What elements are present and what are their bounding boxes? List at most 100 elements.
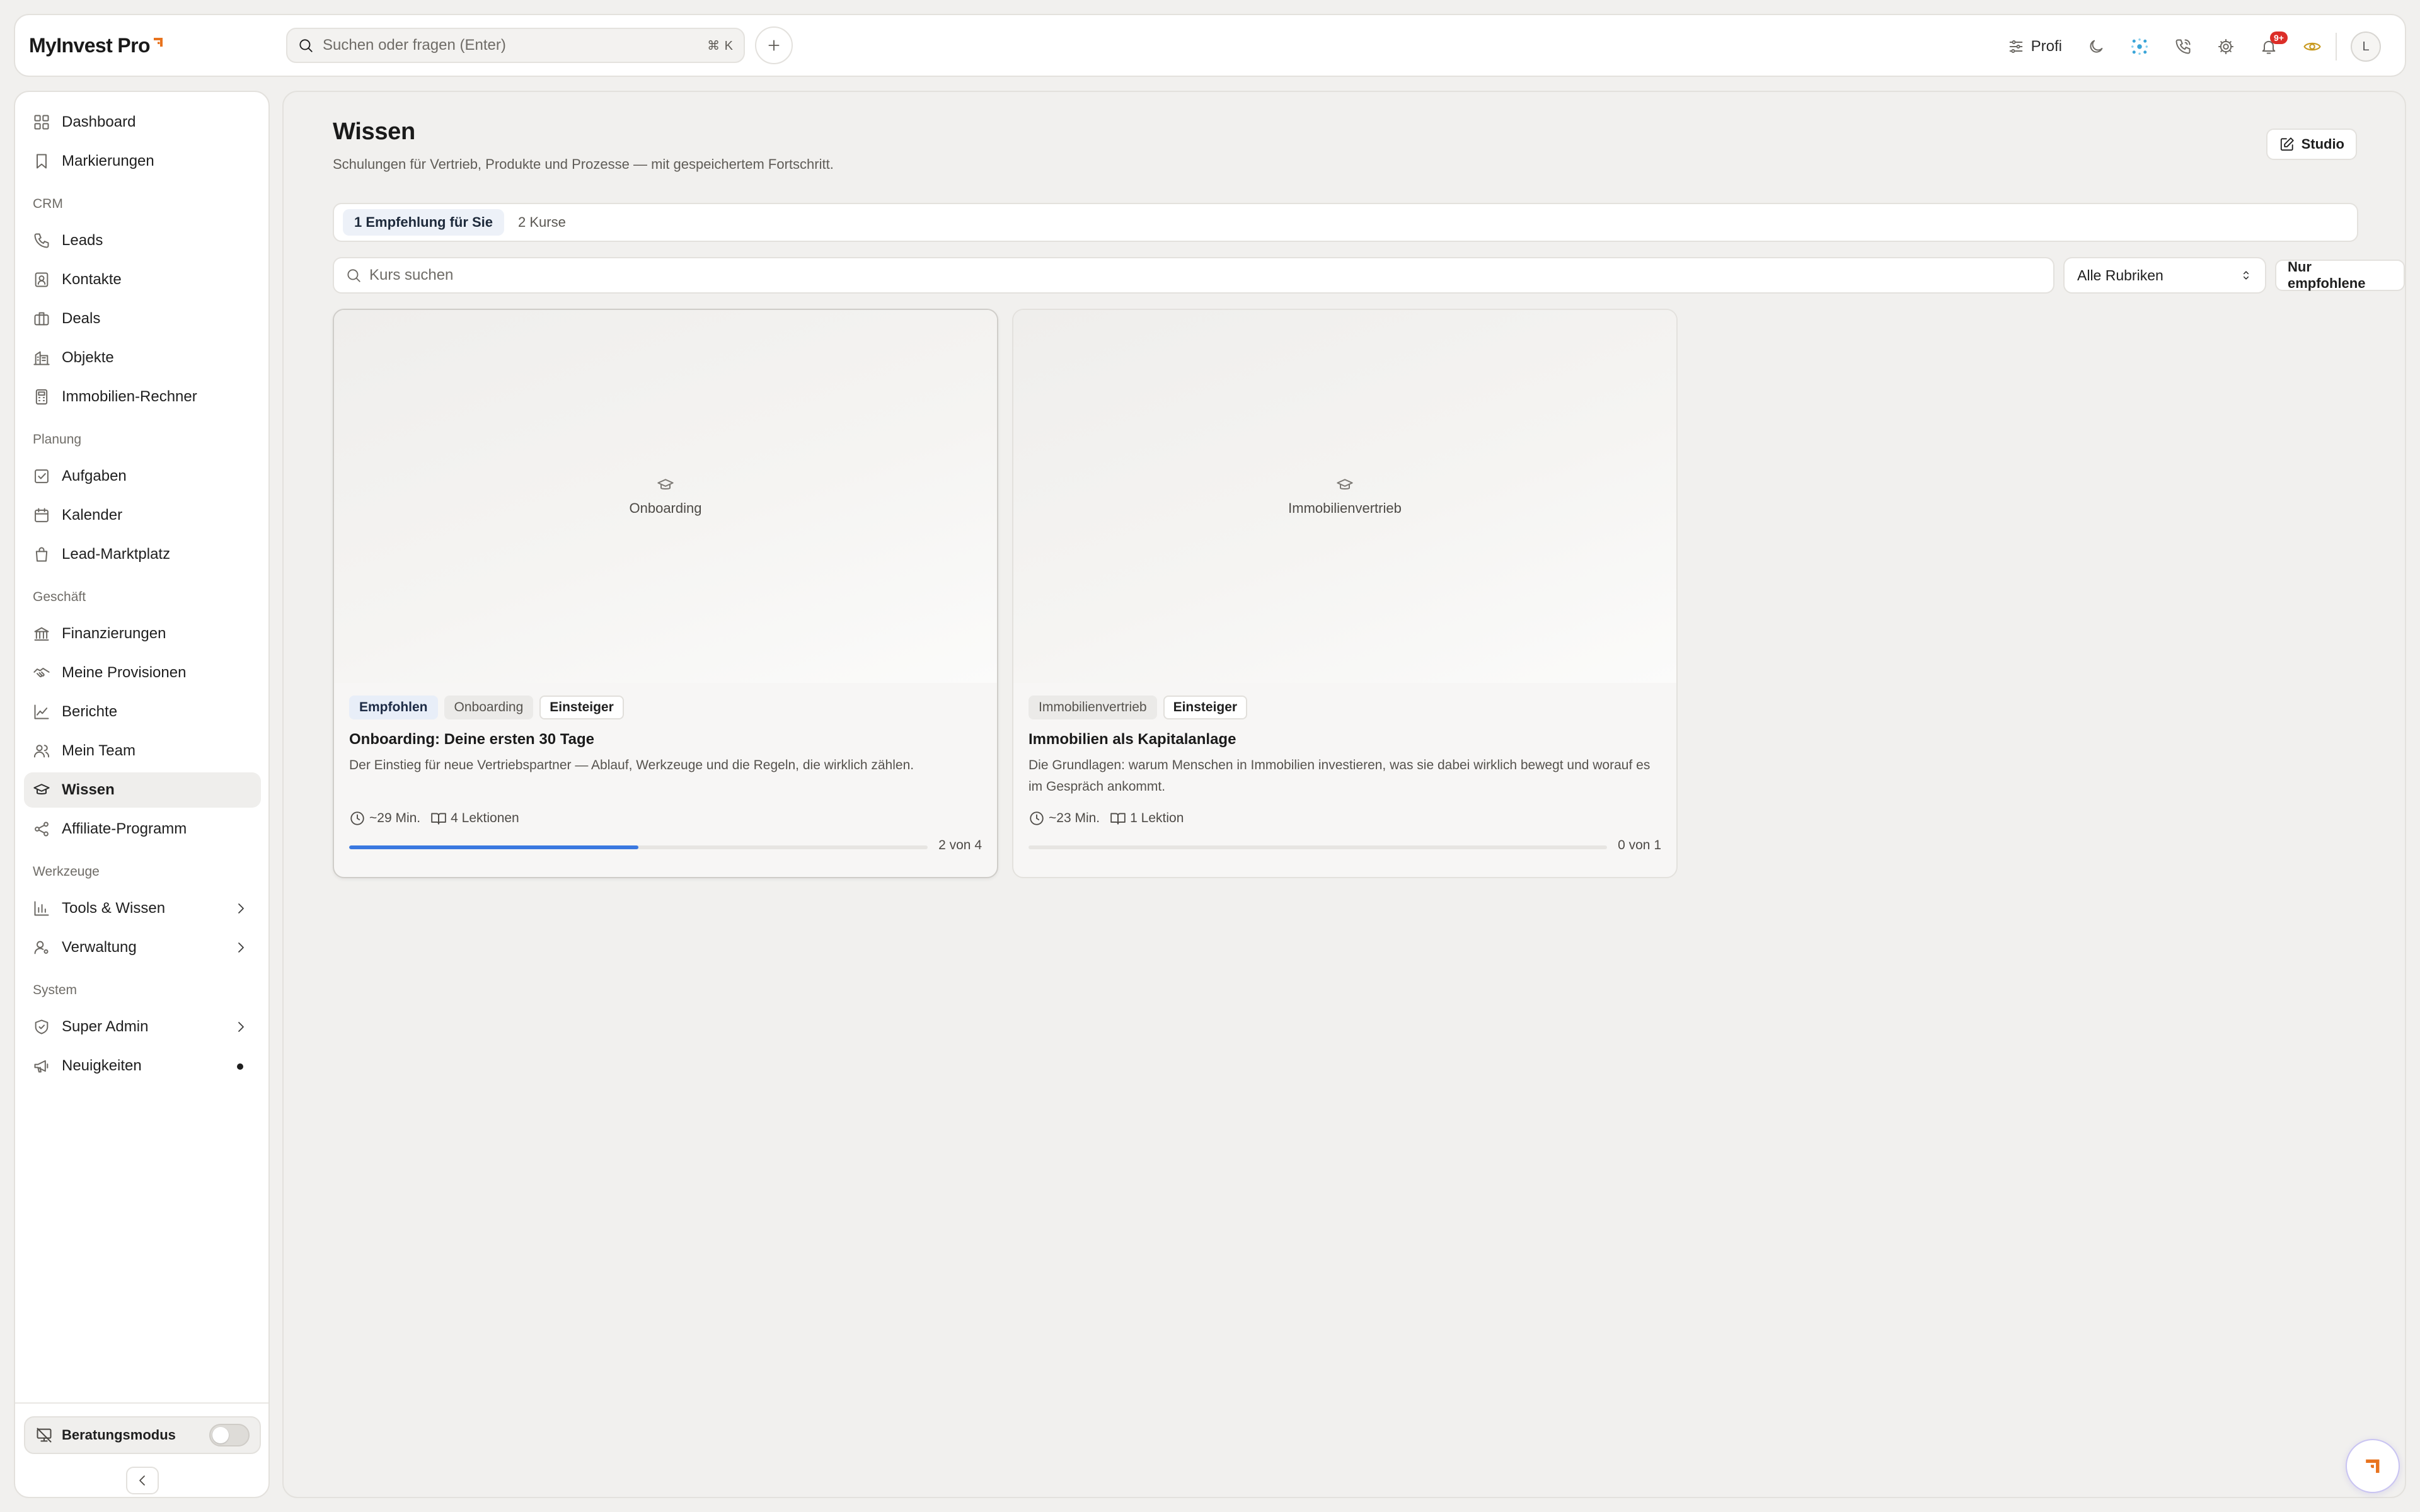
- only-recommended-button[interactable]: Nur empfohlene: [2275, 259, 2405, 291]
- sidebar-item-aufgaben[interactable]: Aufgaben: [24, 459, 261, 494]
- course-thumbnail-caption: Immobilienvertrieb: [1288, 500, 1402, 516]
- category-select[interactable]: Alle Rubriken: [2063, 257, 2266, 294]
- sidebar-item-leads[interactable]: Leads: [24, 223, 261, 258]
- sidebar-item-label: Immobilien-Rechner: [62, 388, 197, 405]
- advice-mode-toggle-row[interactable]: Beratungsmodus: [24, 1416, 261, 1454]
- course-meta: ~29 Min. 4 Lektionen: [349, 810, 529, 827]
- course-duration-text: ~23 Min.: [1049, 811, 1100, 825]
- sidebar-item-lead-marktplatz[interactable]: Lead-Marktplatz: [24, 537, 261, 572]
- tag-level: Einsteiger: [539, 696, 624, 719]
- phone-button[interactable]: [2174, 38, 2192, 55]
- tag-recommended: Empfohlen: [349, 696, 438, 719]
- course-duration: ~29 Min.: [349, 810, 420, 827]
- sidebar-item-objekte[interactable]: Objekte: [24, 340, 261, 375]
- app-logo-text: MyInvest Pro: [29, 34, 151, 57]
- sidebar-item-label: Berichte: [62, 703, 118, 720]
- user-avatar[interactable]: L: [2351, 32, 2381, 62]
- course-duration: ~23 Min.: [1028, 810, 1100, 827]
- sidebar-item-kalender[interactable]: Kalender: [24, 498, 261, 533]
- clock-icon: [1030, 811, 1044, 825]
- tab-recommended[interactable]: 1 Empfehlung für Sie: [343, 209, 505, 236]
- tag-category: Immobilienvertrieb: [1028, 696, 1157, 719]
- tag-level: Einsteiger: [1163, 696, 1248, 719]
- sidebar-item-label: Markierungen: [62, 152, 154, 169]
- sidebar-item-finanzierungen[interactable]: Finanzierungen: [24, 616, 261, 651]
- line-chart-icon: [34, 704, 49, 719]
- course-title: Onboarding: Deine ersten 30 Tage: [349, 731, 594, 748]
- sidebar-item-markierungen[interactable]: Markierungen: [24, 144, 261, 179]
- chevron-right-icon: [238, 1022, 244, 1032]
- chevron-updown-icon: [2243, 271, 2249, 280]
- graduation-cap-icon: [33, 784, 50, 794]
- chevron-right-icon: [238, 903, 244, 914]
- sidebar-item-label: Lead-Marktplatz: [62, 546, 171, 563]
- shield-icon: [35, 1019, 49, 1034]
- settings-button[interactable]: [2217, 38, 2235, 55]
- search-shortcut: ⌘ K: [707, 38, 734, 53]
- studio-button[interactable]: Studio: [2266, 129, 2357, 160]
- sidebar-item-verwaltung[interactable]: Verwaltung: [24, 930, 261, 965]
- calculator-icon: [35, 389, 48, 405]
- users-icon: [33, 745, 50, 758]
- sidebar-item-dashboard[interactable]: Dashboard: [24, 105, 261, 140]
- contact-card-icon: [35, 272, 49, 287]
- course-thumbnail: Immobilienvertrieb: [1013, 310, 1676, 683]
- course-progress-bar: [1028, 845, 1607, 849]
- assistant-fab-button[interactable]: [2346, 1439, 2400, 1493]
- sidebar-item-wissen[interactable]: Wissen: [24, 772, 261, 808]
- course-description: Die Grundlagen: warum Menschen in Immobi…: [1028, 758, 1651, 794]
- course-progress-bar: [349, 845, 928, 849]
- sidebar-item-immobilien-rechner[interactable]: Immobilien-Rechner: [24, 379, 261, 415]
- chevron-left-icon: [139, 1475, 145, 1486]
- course-duration-text: ~29 Min.: [369, 811, 421, 825]
- advice-mode-switch[interactable]: [209, 1424, 250, 1446]
- page-title: Wissen: [333, 118, 415, 145]
- book-open-icon: [1110, 813, 1126, 825]
- global-search-input[interactable]: Suchen oder fragen (Enter) ⌘ K: [286, 28, 745, 63]
- course-lessons: 4 Lektionen: [430, 810, 519, 827]
- course-card[interactable]: Onboarding Empfohlen Onboarding Einsteig…: [333, 309, 998, 878]
- profile-mode-label: Profi: [2031, 38, 2062, 55]
- chevron-right-icon: [238, 942, 244, 953]
- sidebar-item-label: Meine Provisionen: [62, 664, 187, 681]
- sidebar-item-label: Leads: [62, 232, 103, 249]
- course-progress-text: 2 von 4: [938, 838, 982, 852]
- profile-mode-button[interactable]: Profi: [2007, 38, 2062, 55]
- sidebar-item-mein-team[interactable]: Mein Team: [24, 733, 261, 769]
- course-search-placeholder: Kurs suchen: [369, 266, 454, 284]
- sidebar-section-system: System: [33, 983, 78, 997]
- graduation-cap-icon: [657, 479, 674, 490]
- course-description: Der Einstieg für neue Vertriebspartner —…: [349, 758, 914, 772]
- sidebar-item-label: Super Admin: [62, 1018, 149, 1035]
- sidebar-item-deals[interactable]: Deals: [24, 301, 261, 336]
- app-logo[interactable]: MyInvest Pro: [29, 29, 165, 62]
- unread-dot: [237, 1063, 243, 1070]
- calendar-icon: [35, 508, 49, 522]
- sidebar-item-label: Objekte: [62, 349, 114, 366]
- tab-courses[interactable]: 2 Kurse: [507, 209, 577, 236]
- category-select-value: Alle Rubriken: [2077, 266, 2164, 284]
- sidebar-item-meine-provisionen[interactable]: Meine Provisionen: [24, 655, 261, 690]
- collapse-sidebar-button[interactable]: [126, 1467, 159, 1494]
- dark-mode-toggle[interactable]: [2087, 38, 2105, 55]
- sliders-icon: [2009, 40, 2022, 54]
- sidebar-item-berichte[interactable]: Berichte: [24, 694, 261, 730]
- visibility-button[interactable]: [2303, 37, 2322, 56]
- sidebar-item-kontakte[interactable]: Kontakte: [24, 262, 261, 297]
- topbar-actions: Profi 9+ L: [2007, 15, 2381, 78]
- sidebar-item-tools-wissen[interactable]: Tools & Wissen: [24, 891, 261, 926]
- sidebar-item-affiliate-programm[interactable]: Affiliate-Programm: [24, 811, 261, 847]
- advice-mode-label: Beratungsmodus: [62, 1427, 176, 1443]
- quick-add-button[interactable]: [755, 26, 793, 64]
- global-search-placeholder: Suchen oder fragen (Enter): [323, 37, 506, 54]
- sidebar-item-label: Deals: [62, 310, 101, 327]
- sidebar-item-super-admin[interactable]: Super Admin: [24, 1009, 261, 1045]
- moon-icon: [2090, 40, 2103, 53]
- ai-assistant-button[interactable]: [2130, 37, 2149, 56]
- sidebar-item-label: Dashboard: [62, 113, 136, 130]
- sidebar-item-neuigkeiten[interactable]: Neuigkeiten: [24, 1048, 261, 1084]
- course-search-input[interactable]: Kurs suchen: [333, 257, 2054, 294]
- notifications-button[interactable]: 9+: [2260, 32, 2288, 55]
- book-open-icon: [431, 813, 446, 825]
- course-card[interactable]: Immobilienvertrieb Immobilienvertrieb Ei…: [1012, 309, 1678, 878]
